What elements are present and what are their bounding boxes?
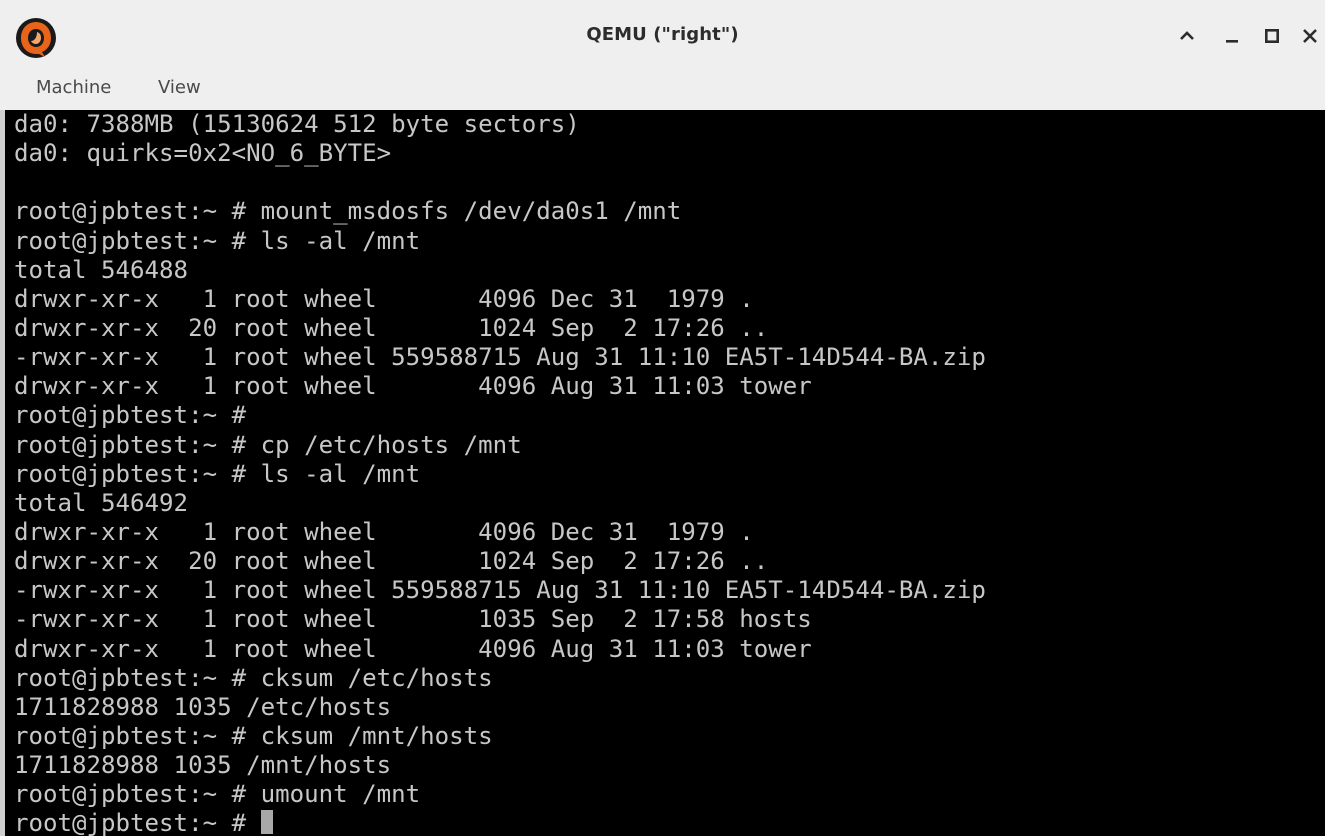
menu-bar: Machine View bbox=[0, 72, 1325, 108]
menu-view[interactable]: View bbox=[156, 75, 203, 100]
text-cursor bbox=[260, 810, 273, 835]
console-line: -rwxr-xr-x 1 root wheel 1035 Sep 2 17:58… bbox=[14, 605, 812, 634]
console-line: drwxr-xr-x 20 root wheel 1024 Sep 2 17:2… bbox=[14, 313, 769, 342]
console-line: drwxr-xr-x 1 root wheel 4096 Aug 31 11:0… bbox=[14, 634, 812, 663]
minimize-button[interactable] bbox=[1212, 16, 1252, 56]
maximize-button[interactable] bbox=[1252, 16, 1292, 56]
minimize-icon bbox=[1226, 40, 1238, 43]
console-prompt-line[interactable]: root@jpbtest:~ # bbox=[14, 809, 986, 836]
console-line: drwxr-xr-x 1 root wheel 4096 Dec 31 1979… bbox=[14, 517, 754, 546]
qemu-window: QEMU ("right") Machine View da0: 7388MB bbox=[0, 0, 1325, 836]
console-line: root@jpbtest:~ # ls -al /mnt bbox=[14, 226, 421, 255]
console-line: root@jpbtest:~ # cksum /mnt/hosts bbox=[14, 721, 493, 750]
console-line: da0: quirks=0x2<NO_6_BYTE> bbox=[14, 139, 392, 168]
console-line: drwxr-xr-x 1 root wheel 4096 Dec 31 1979… bbox=[14, 284, 754, 313]
console-line: drwxr-xr-x 1 root wheel 4096 Aug 31 11:0… bbox=[14, 372, 812, 401]
console-line: root@jpbtest:~ # cksum /etc/hosts bbox=[14, 663, 493, 692]
console-line: 1711828988 1035 /etc/hosts bbox=[14, 692, 392, 721]
chevron-up-icon bbox=[1180, 31, 1194, 40]
console-line: total 546488 bbox=[14, 255, 189, 284]
title-bar[interactable]: QEMU ("right") bbox=[0, 0, 1325, 72]
maximize-icon bbox=[1264, 28, 1279, 43]
collapse-button[interactable] bbox=[1167, 16, 1207, 56]
console-line: -rwxr-xr-x 1 root wheel 559588715 Aug 31… bbox=[14, 576, 986, 605]
console-line: 1711828988 1035 /mnt/hosts bbox=[14, 751, 392, 780]
console-line: da0: 7388MB (15130624 512 byte sectors) bbox=[14, 110, 580, 138]
console-line: root@jpbtest:~ # bbox=[14, 401, 247, 430]
close-button[interactable] bbox=[1290, 16, 1325, 56]
window-title: QEMU ("right") bbox=[586, 24, 739, 45]
menu-machine[interactable]: Machine bbox=[34, 75, 113, 100]
terminal-output: da0: 7388MB (15130624 512 byte sectors) d… bbox=[14, 110, 986, 836]
console-line: root@jpbtest:~ # cp /etc/hosts /mnt bbox=[14, 430, 522, 459]
console-line: drwxr-xr-x 20 root wheel 1024 Sep 2 17:2… bbox=[14, 547, 769, 576]
close-icon bbox=[1303, 29, 1317, 43]
console-line: root@jpbtest:~ # umount /mnt bbox=[14, 780, 421, 809]
console-line: total 546492 bbox=[14, 488, 189, 517]
console-line: root@jpbtest:~ # ls -al /mnt bbox=[14, 459, 421, 488]
console-prompt: root@jpbtest:~ # bbox=[14, 809, 261, 836]
console-line: root@jpbtest:~ # mount_msdosfs /dev/da0s… bbox=[14, 197, 682, 226]
console-line: -rwxr-xr-x 1 root wheel 559588715 Aug 31… bbox=[14, 343, 986, 372]
